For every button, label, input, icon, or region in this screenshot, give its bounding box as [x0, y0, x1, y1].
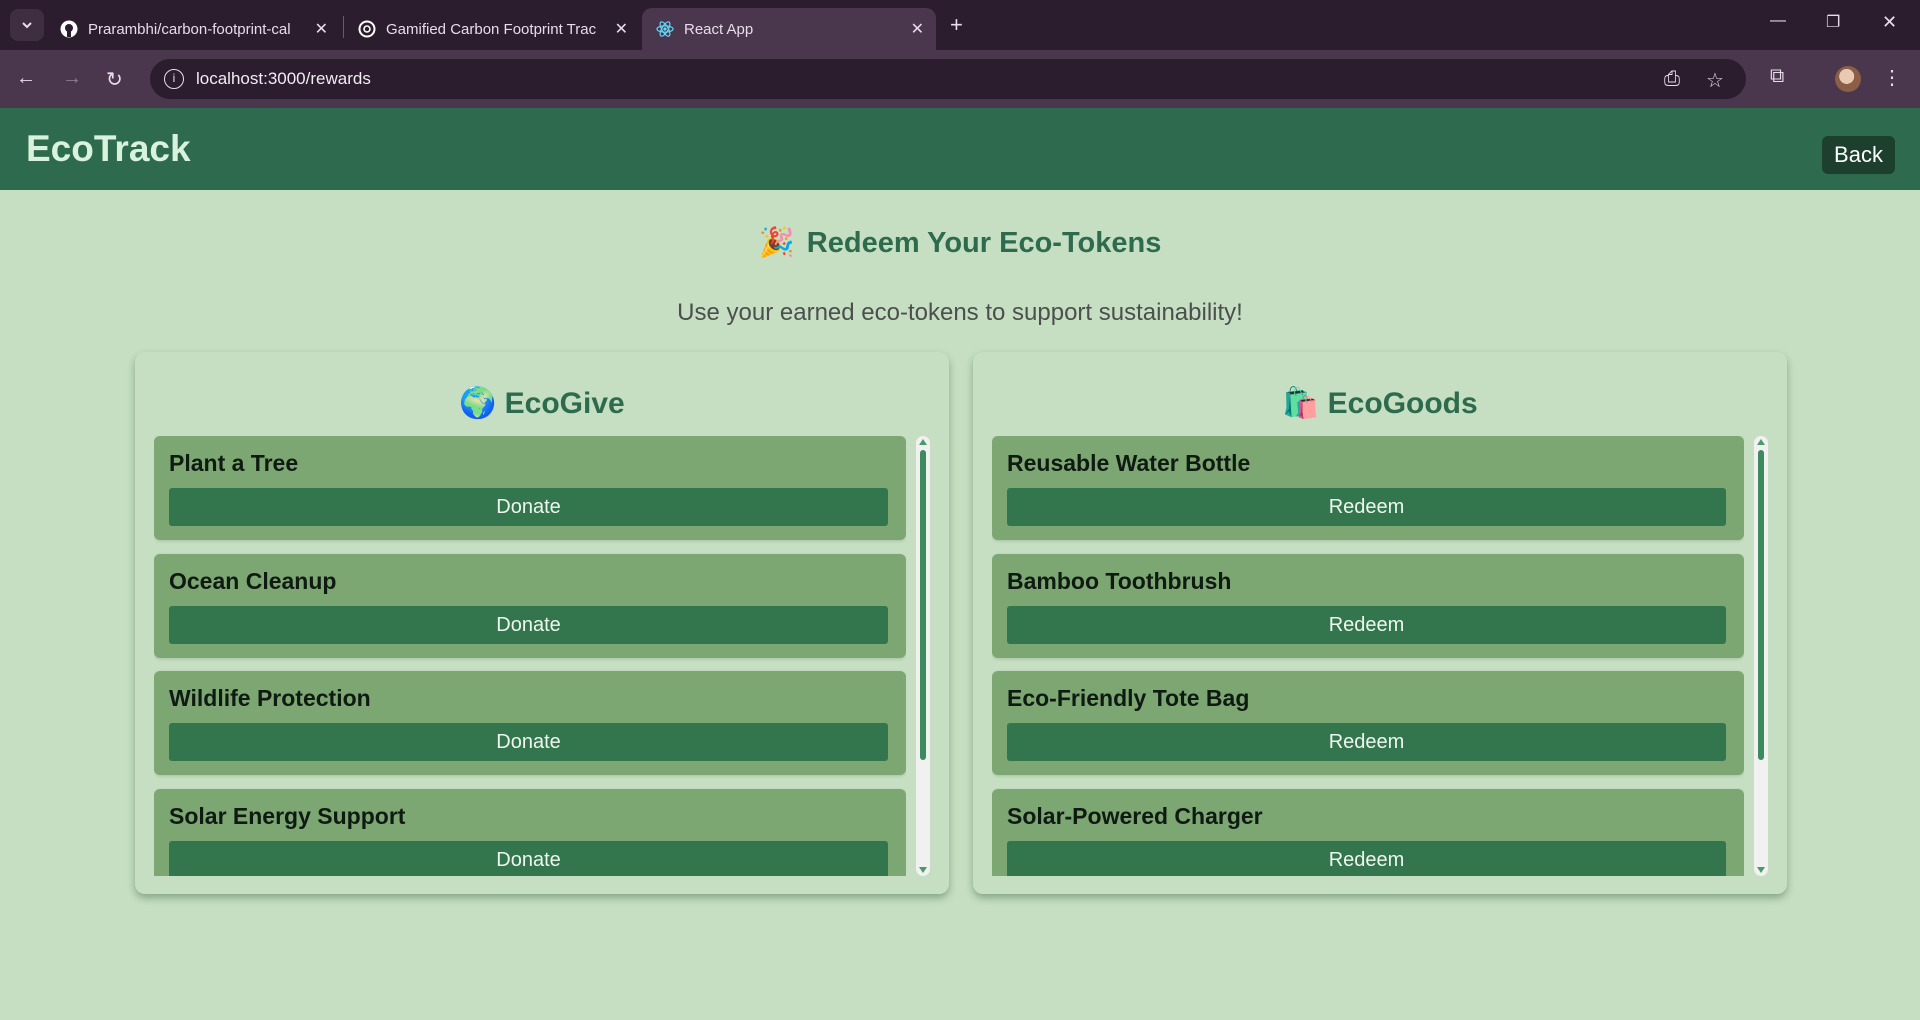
- tab-github[interactable]: Prarambhi/carbon-footprint-cal ✕: [46, 8, 340, 50]
- item-title: Solar-Powered Charger: [1007, 803, 1263, 829]
- address-bar[interactable]: i localhost:3000/rewards ⎙ ☆: [150, 59, 1746, 99]
- item-title: Bamboo Toothbrush: [1007, 568, 1232, 594]
- ecogoods-heading: 🛍️ EcoGoods: [973, 386, 1787, 421]
- browser-tabstrip: Prarambhi/carbon-footprint-cal ✕ Gamifie…: [0, 0, 1920, 50]
- ecogive-heading-text: EcoGive: [504, 387, 625, 420]
- item-title: Plant a Tree: [169, 450, 299, 476]
- page-title-text: Redeem Your Eco-Tokens: [806, 227, 1162, 259]
- extensions-icon[interactable]: ⧉: [1770, 65, 1784, 88]
- item-title: Eco-Friendly Tote Bag: [1007, 685, 1250, 711]
- redeem-button[interactable]: Redeem: [1007, 488, 1726, 526]
- ecogive-heading: 🌍 EcoGive: [135, 386, 949, 421]
- item-title: Ocean Cleanup: [169, 568, 337, 594]
- close-icon[interactable]: ✕: [315, 19, 328, 39]
- react-icon: [656, 20, 674, 38]
- globe-icon: 🌍: [459, 387, 497, 420]
- tab-title: React App: [684, 20, 754, 38]
- back-arrow-icon[interactable]: ←: [16, 67, 36, 90]
- scroll-thumb[interactable]: [1758, 450, 1764, 760]
- donate-button[interactable]: Donate: [169, 606, 888, 644]
- ecogive-list[interactable]: Plant a Tree Donate Ocean Cleanup Donate…: [154, 436, 906, 876]
- list-item: Wildlife Protection Donate: [154, 671, 906, 775]
- list-item: Bamboo Toothbrush Redeem: [992, 554, 1744, 658]
- scroll-up-arrow-icon[interactable]: [1757, 439, 1765, 445]
- scroll-down-arrow-icon[interactable]: [1757, 867, 1765, 873]
- forward-arrow-icon[interactable]: →: [62, 67, 82, 90]
- donate-button[interactable]: Donate: [169, 841, 888, 876]
- ecogive-scrollbar[interactable]: [916, 436, 930, 876]
- ecogoods-scrollbar[interactable]: [1754, 436, 1768, 876]
- ecogoods-heading-text: EcoGoods: [1327, 387, 1478, 420]
- shopping-bags-icon: 🛍️: [1282, 387, 1320, 420]
- list-item: Ocean Cleanup Donate: [154, 554, 906, 658]
- scroll-down-arrow-icon[interactable]: [919, 867, 927, 873]
- list-item: Eco-Friendly Tote Bag Redeem: [992, 671, 1744, 775]
- restore-icon[interactable]: ❐: [1826, 12, 1840, 32]
- page-subtitle: Use your earned eco-tokens to support su…: [677, 299, 1243, 326]
- item-title: Solar Energy Support: [169, 803, 406, 829]
- redeem-button[interactable]: Redeem: [1007, 841, 1726, 876]
- ecogoods-list[interactable]: Reusable Water Bottle Redeem Bamboo Toot…: [992, 436, 1744, 876]
- item-title: Wildlife Protection: [169, 685, 371, 711]
- tab-gamified[interactable]: Gamified Carbon Footprint Trac ✕: [344, 8, 640, 50]
- list-item: Reusable Water Bottle Redeem: [992, 436, 1744, 540]
- party-popper-icon: 🎉: [758, 227, 795, 259]
- tab-title: Gamified Carbon Footprint Trac: [386, 20, 596, 38]
- install-app-icon[interactable]: ⎙: [1664, 68, 1680, 91]
- tab-title: Prarambhi/carbon-footprint-cal: [88, 20, 291, 38]
- profile-avatar[interactable]: [1835, 66, 1861, 92]
- donate-button[interactable]: Donate: [169, 488, 888, 526]
- close-icon[interactable]: ✕: [615, 19, 628, 39]
- new-tab-icon[interactable]: +: [950, 12, 963, 38]
- list-item: Plant a Tree Donate: [154, 436, 906, 540]
- list-item: Solar-Powered Charger Redeem: [992, 789, 1744, 876]
- scroll-up-arrow-icon[interactable]: [919, 439, 927, 445]
- github-icon: [60, 20, 78, 38]
- list-item: Solar Energy Support Donate: [154, 789, 906, 876]
- page-title: 🎉 Redeem Your Eco-Tokens: [0, 226, 1920, 260]
- donate-button[interactable]: Donate: [169, 723, 888, 761]
- tab-search-button[interactable]: [10, 9, 44, 41]
- app-header: EcoTrack Back: [0, 108, 1920, 190]
- ecogive-panel: 🌍 EcoGive Plant a Tree Donate Ocean Clean…: [135, 352, 949, 894]
- site-info-icon[interactable]: i: [164, 69, 184, 89]
- openai-icon: [358, 20, 376, 38]
- item-title: Reusable Water Bottle: [1007, 450, 1251, 476]
- back-button[interactable]: Back: [1822, 136, 1895, 174]
- tab-react-app[interactable]: React App ✕: [642, 8, 936, 50]
- window-close-icon[interactable]: ✕: [1882, 12, 1897, 33]
- browser-toolbar: ← → ↻ i localhost:3000/rewards ⎙ ☆ ⧉ ⋮: [0, 50, 1920, 108]
- redeem-button[interactable]: Redeem: [1007, 606, 1726, 644]
- chevron-down-icon: [22, 22, 32, 29]
- close-icon[interactable]: ✕: [911, 19, 924, 39]
- scroll-thumb[interactable]: [920, 450, 926, 760]
- brand-logo-text[interactable]: EcoTrack: [26, 128, 191, 170]
- bookmark-star-icon[interactable]: ☆: [1706, 68, 1724, 93]
- url-text: localhost:3000/rewards: [196, 69, 371, 88]
- reload-icon[interactable]: ↻: [106, 67, 123, 92]
- redeem-button[interactable]: Redeem: [1007, 723, 1726, 761]
- ecogoods-panel: 🛍️ EcoGoods Reusable Water Bottle Redeem …: [973, 352, 1787, 894]
- minimize-icon[interactable]: —: [1770, 12, 1786, 30]
- menu-kebab-icon[interactable]: ⋮: [1882, 65, 1902, 90]
